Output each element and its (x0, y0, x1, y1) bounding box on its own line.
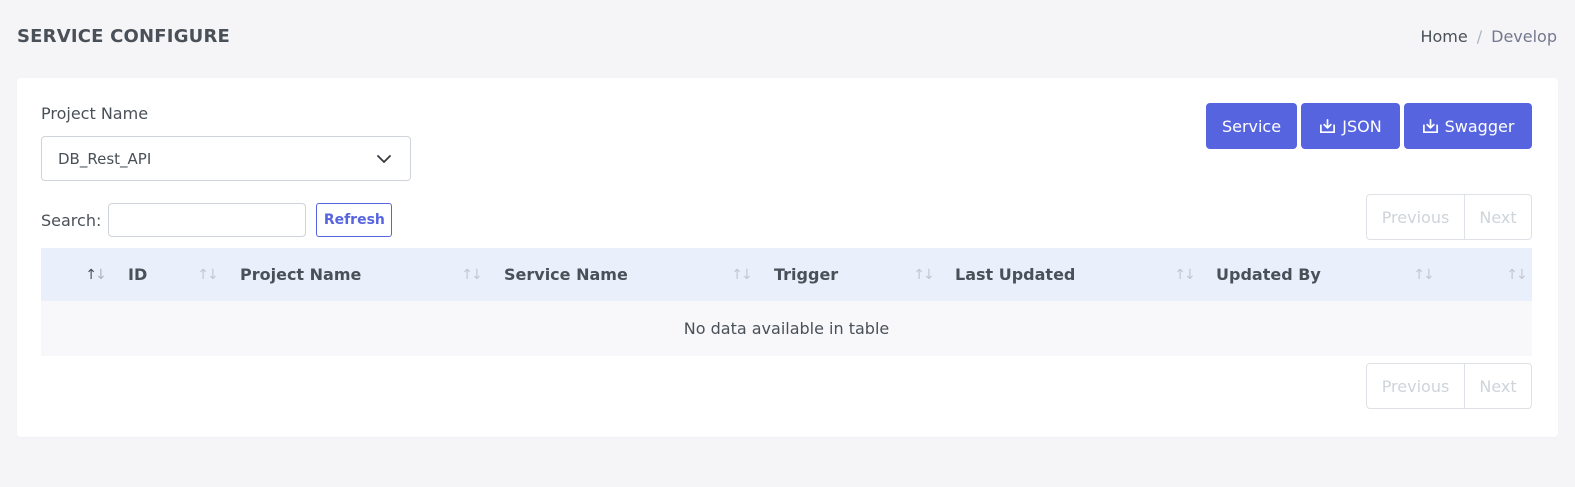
column-header-last-updated[interactable]: Last Updated (955, 248, 1075, 301)
sort-icon[interactable]: ↑ ↓ (197, 266, 218, 284)
sort-icon[interactable]: ↑ ↓ (913, 266, 934, 284)
swagger-download-button[interactable]: Swagger (1404, 103, 1532, 149)
chevron-down-icon (377, 154, 391, 163)
project-name-select[interactable]: DB_Rest_API (41, 136, 411, 181)
pagination-top: Previous Next (1366, 194, 1532, 240)
sort-icon[interactable]: ↑ ↓ (461, 266, 482, 284)
action-buttons: Service JSON Swagger (1206, 103, 1532, 149)
refresh-button[interactable]: Refresh (316, 203, 393, 237)
breadcrumb-current: Develop (1491, 26, 1557, 46)
column-header-trigger[interactable]: Trigger (774, 248, 838, 301)
search-row: Search: Refresh (41, 203, 393, 237)
swagger-button-label: Swagger (1444, 116, 1515, 136)
sort-icon[interactable]: ↑ ↓ (85, 266, 106, 284)
page-title: SERVICE CONFIGURE (17, 25, 231, 47)
download-icon (1320, 118, 1336, 133)
column-header-service-name[interactable]: Service Name (504, 248, 628, 301)
json-download-button[interactable]: JSON (1301, 103, 1400, 149)
table-header: ↑ ↓ ID ↑ ↓ Project Name ↑ ↓ Service Name ↑ ↓… (41, 248, 1532, 301)
previous-page-button[interactable]: Previous (1367, 195, 1465, 239)
json-button-label: JSON (1342, 116, 1382, 136)
previous-page-button[interactable]: Previous (1367, 364, 1465, 408)
service-button[interactable]: Service (1206, 103, 1297, 149)
next-page-button[interactable]: Next (1465, 195, 1531, 239)
sort-icon[interactable]: ↑ ↓ (1174, 266, 1195, 284)
services-table: ↑ ↓ ID ↑ ↓ Project Name ↑ ↓ Service Name ↑ ↓… (41, 248, 1532, 356)
project-name-label: Project Name (41, 104, 149, 123)
breadcrumb: Home / Develop (1420, 27, 1557, 46)
sort-icon[interactable]: ↑ ↓ (1413, 266, 1434, 284)
sort-icon[interactable]: ↑ ↓ (731, 266, 752, 284)
column-header-project-name[interactable]: Project Name (240, 248, 361, 301)
empty-table-message: No data available in table (683, 319, 890, 338)
next-page-button[interactable]: Next (1465, 364, 1531, 408)
sort-icon[interactable]: ↑ ↓ (1506, 266, 1527, 284)
empty-table-row: No data available in table (41, 301, 1532, 356)
pagination-bottom: Previous Next (1366, 363, 1532, 409)
breadcrumb-home-link[interactable]: Home (1420, 27, 1467, 46)
service-button-label: Service (1221, 116, 1282, 136)
download-icon (1422, 118, 1438, 133)
search-input[interactable] (108, 203, 307, 237)
page-header: SERVICE CONFIGURE Home / Develop (17, 22, 1557, 50)
breadcrumb-separator: / (1476, 26, 1483, 46)
search-label: Search: (41, 210, 102, 230)
column-header-id[interactable]: ID (128, 248, 147, 301)
column-header-updated-by[interactable]: Updated By (1216, 248, 1321, 301)
service-card: Project Name DB_Rest_API Service JSON Sw… (17, 78, 1558, 437)
project-name-selected-value: DB_Rest_API (58, 149, 152, 168)
